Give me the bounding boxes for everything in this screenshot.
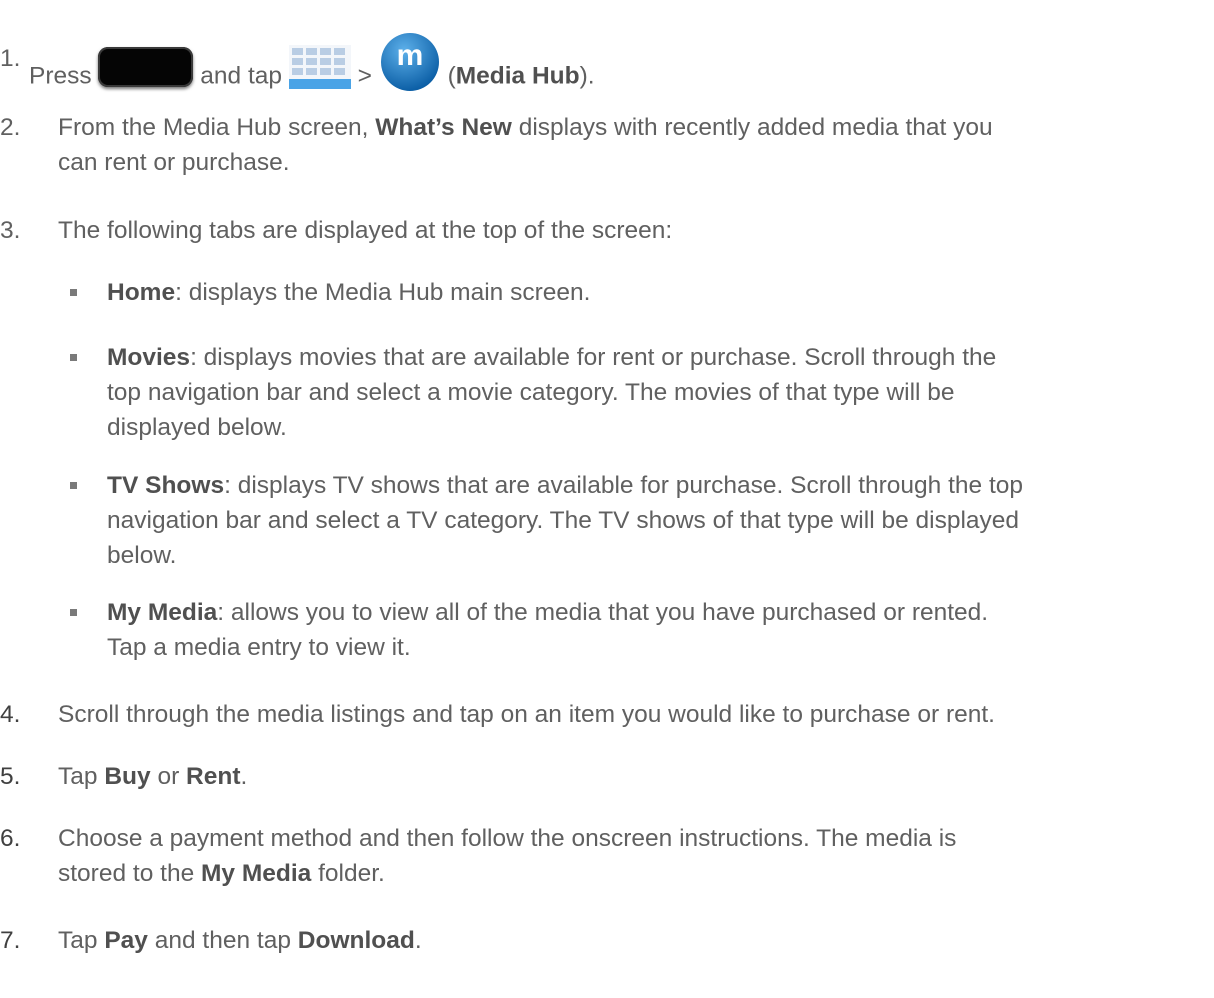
home-key-icon [98, 47, 194, 87]
step-4-number: 4. [0, 701, 21, 728]
media-hub-label: Media Hub [455, 62, 580, 90]
apps-grid-icon [288, 45, 351, 89]
tab-my-media-line-2: Tap a media entry to view it. [107, 634, 411, 661]
step-1-text: Press and tap > m (Media Hub). [29, 33, 595, 112]
tab-my-media-line-1: My Media: allows you to view all of the … [107, 596, 988, 630]
step-7-text: Tap Pay and then tap Download. [58, 924, 422, 958]
rent-label: Rent [186, 763, 241, 790]
step-7-number: 7. [0, 927, 21, 954]
media-hub-icon: m [379, 32, 441, 102]
step-7-tap: Tap [58, 927, 98, 954]
step-2-line-1: From the Media Hub screen, What’s New di… [58, 111, 993, 145]
step-1-press: Press [29, 62, 92, 90]
my-media-label: My Media [201, 860, 312, 887]
bullet-tv-shows [70, 482, 77, 489]
step-5-text: Tap Buy or Rent. [58, 760, 247, 794]
step-1-number: 1. [0, 45, 21, 72]
download-label: Download [297, 927, 415, 954]
tab-movies-desc: : displays movies that are available for… [190, 344, 997, 371]
step-5-tap: Tap [58, 763, 98, 790]
step-5-dot: . [240, 763, 248, 790]
media-hub-letter: m [396, 39, 423, 72]
bullet-my-media [70, 609, 77, 616]
step-1-gt: > [357, 62, 372, 90]
step-6-post: folder. [318, 860, 385, 887]
tab-home-name: Home [107, 279, 176, 306]
step-7-dot: . [414, 927, 422, 954]
tab-tv-shows-line-1: TV Shows: displays TV shows that are ava… [107, 469, 1023, 503]
step-6-pre: stored to the [58, 860, 195, 887]
step-3-text: The following tabs are displayed at the … [58, 217, 673, 244]
step-4-text: Scroll through the media listings and ta… [58, 701, 995, 728]
document: 1. Press and tap > m (Media Hub). 2. Fro… [0, 0, 1214, 998]
step-3-number: 3. [0, 217, 21, 244]
step-6-line-2: stored to the My Media folder. [58, 857, 385, 891]
step-6-line-1: Choose a payment method and then follow … [58, 825, 957, 852]
step-5-or: or [157, 763, 180, 790]
pay-label: Pay [104, 927, 148, 954]
tab-movies-name: Movies [107, 344, 191, 371]
tab-movies-line-2: top navigation bar and select a movie ca… [107, 379, 955, 406]
bullet-movies [70, 354, 77, 361]
whats-new-label: What’s New [375, 114, 512, 141]
tab-my-media-name: My Media [107, 599, 218, 626]
tab-movies-line-1: Movies: displays movies that are availab… [107, 341, 996, 375]
step-1-close: ). [579, 62, 595, 90]
tab-tv-shows-line-3: below. [107, 542, 177, 569]
buy-label: Buy [104, 763, 151, 790]
step-1-and-tap: and tap [200, 62, 283, 90]
tab-my-media-desc: : allows you to view all of the media th… [217, 599, 989, 626]
tab-tv-shows-desc: : displays TV shows that are available f… [224, 472, 1024, 499]
step-7-and-then: and then tap [154, 927, 291, 954]
step-2-line-2: can rent or purchase. [58, 149, 290, 176]
tab-home-line-1: Home: displays the Media Hub main screen… [107, 276, 590, 310]
bullet-home [70, 289, 77, 296]
tab-tv-shows-name: TV Shows [107, 472, 225, 499]
step-2-pre: From the Media Hub screen, [58, 114, 369, 141]
step-2-number: 2. [0, 114, 21, 141]
step-2-post: displays with recently added media that … [518, 114, 993, 141]
tab-movies-line-3: displayed below. [107, 414, 287, 441]
tab-home-desc: : displays the Media Hub main screen. [175, 279, 591, 306]
step-6-number: 6. [0, 825, 21, 852]
tab-tv-shows-line-2: navigation bar and select a TV category.… [107, 507, 1020, 534]
step-5-number: 5. [0, 763, 21, 790]
step-1-open-paren: ( [447, 62, 456, 90]
